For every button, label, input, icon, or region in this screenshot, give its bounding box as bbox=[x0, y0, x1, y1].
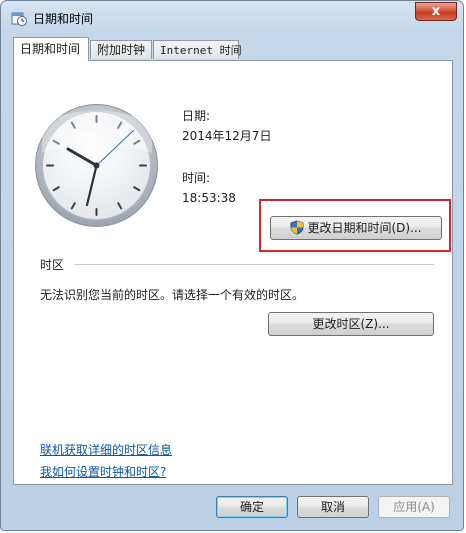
uac-shield-icon bbox=[290, 220, 304, 242]
cancel-button[interactable]: 取消 bbox=[297, 496, 369, 518]
close-button[interactable]: x bbox=[415, 2, 457, 21]
apply-button[interactable]: 应用(A) bbox=[378, 496, 450, 518]
tab-internet-time[interactable]: Internet 时间 bbox=[153, 40, 242, 59]
date-value: 2014年12月7日 bbox=[182, 129, 272, 143]
window-title: 日期和时间 bbox=[33, 12, 94, 26]
date-label: 日期: bbox=[182, 109, 211, 123]
close-icon: x bbox=[431, 4, 441, 19]
title-bar[interactable]: 日期和时间 x bbox=[1, 1, 463, 33]
time-value: 18:53:38 bbox=[182, 191, 236, 205]
ok-button[interactable]: 确定 bbox=[216, 496, 288, 518]
timezone-message: 无法识别您当前的时区。请选择一个有效的时区。 bbox=[40, 288, 305, 302]
time-label: 时间: bbox=[182, 171, 211, 185]
tab-additional-clocks[interactable]: 附加时钟 bbox=[90, 40, 152, 59]
dialog-window: 日期和时间 x 日期和时间 附加时钟 Internet 时间 日期: 2014年… bbox=[0, 0, 464, 531]
change-date-time-button[interactable]: 更改日期和时间(D)... bbox=[270, 216, 442, 240]
clock-face-icon bbox=[35, 104, 158, 227]
tab-panel: 日期: 2014年12月7日 时间: 18:53:38 更改日期和时间(D)..… bbox=[13, 60, 453, 485]
calendar-clock-icon bbox=[11, 10, 27, 26]
how-to-set-clock-link[interactable]: 我如何设置时钟和时区? bbox=[40, 463, 166, 480]
timezone-section-label: 时区 bbox=[40, 258, 65, 272]
analog-clock bbox=[34, 103, 159, 228]
change-timezone-button[interactable]: 更改时区(Z)... bbox=[268, 312, 434, 336]
timezone-divider bbox=[74, 264, 434, 265]
online-timezone-info-link[interactable]: 联机获取详细的时区信息 bbox=[40, 441, 172, 458]
tab-date-time[interactable]: 日期和时间 bbox=[13, 37, 89, 61]
